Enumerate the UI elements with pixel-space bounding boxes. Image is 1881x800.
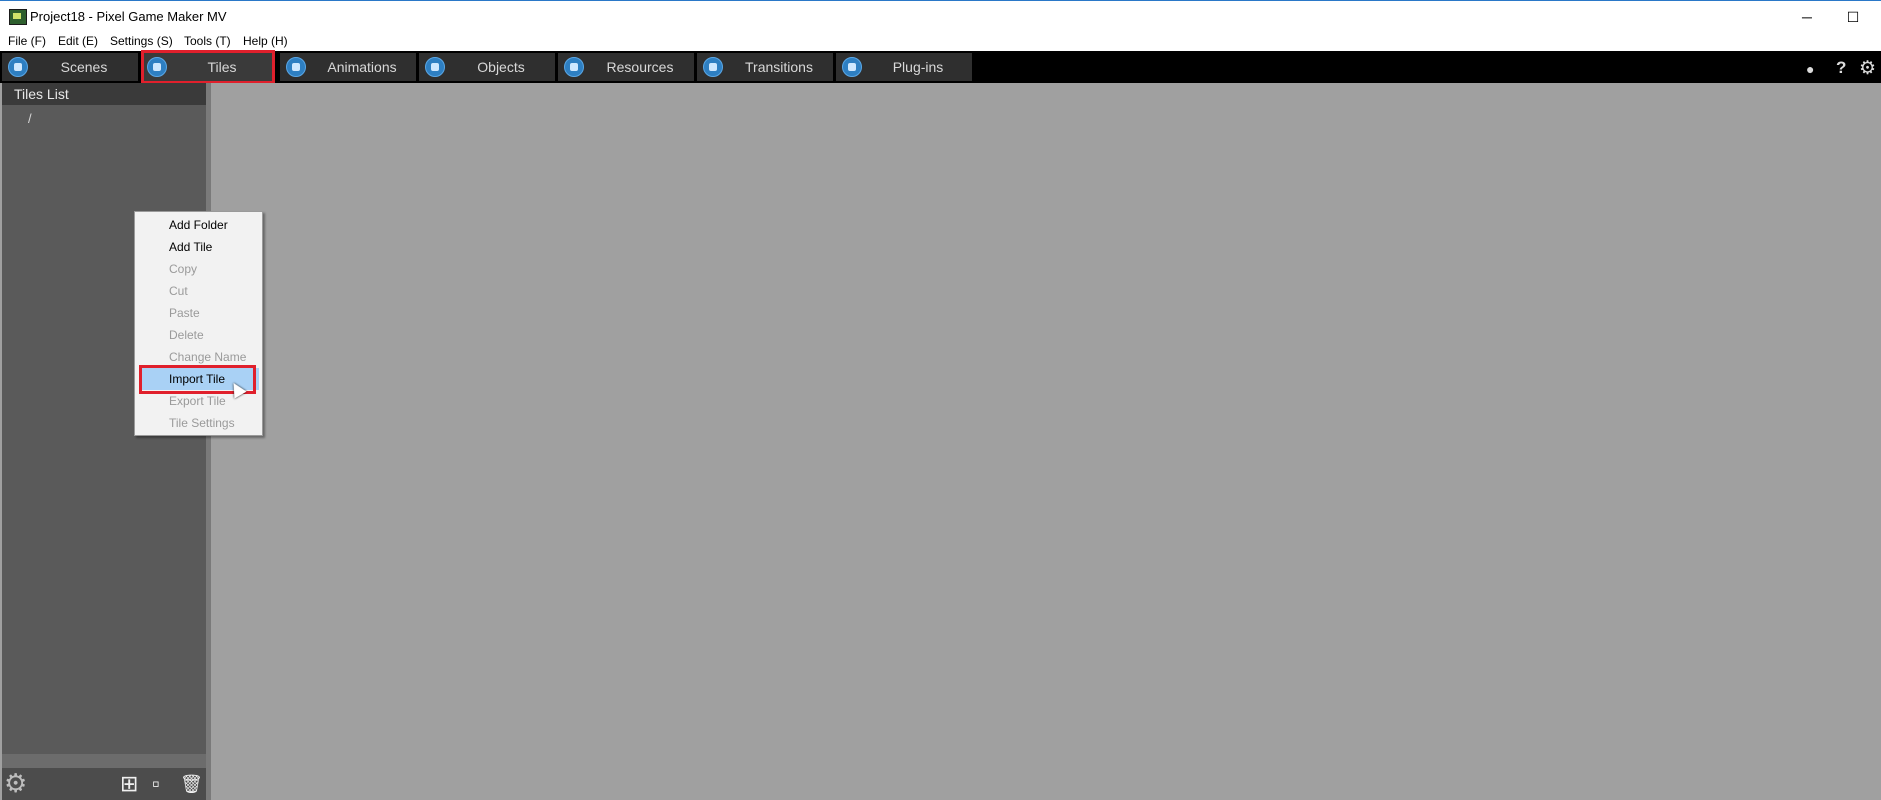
menu-item-copy: Copy	[169, 262, 198, 276]
window-title: Project18 - Pixel Game Maker MV	[30, 9, 227, 24]
context-menu: Add Folder Add Tile Copy Cut Paste Delet…	[134, 211, 263, 436]
tab-resources[interactable]: Resources	[558, 53, 694, 81]
title-bar: Project18 - Pixel Game Maker MV ─ ☐	[0, 0, 1881, 31]
tab-animations[interactable]: Animations	[280, 53, 416, 81]
tiles-list-panel: Tiles List / ⚙ ⊞ ▫ 🗑	[2, 83, 206, 800]
workspace-area	[211, 83, 1881, 800]
tab-transitions[interactable]: Transitions	[697, 53, 833, 81]
menu-item-delete: Delete	[169, 328, 204, 342]
panel-bottom-toolbar: ⚙ ⊞ ▫ 🗑	[2, 768, 206, 800]
delete-icon[interactable]: 🗑	[180, 772, 203, 796]
gear-icon[interactable]: ⚙	[1859, 57, 1876, 80]
panel-scrollbar[interactable]	[2, 754, 206, 768]
tab-plugins[interactable]: Plug-ins	[836, 53, 972, 81]
panel-settings-icon[interactable]: ⚙	[4, 770, 27, 796]
menu-tools[interactable]: Tools (T)	[184, 34, 231, 48]
tab-bar: Scenes Tiles Animations Objects Resource…	[0, 51, 1881, 83]
help-icon[interactable]: ?	[1836, 58, 1846, 78]
menu-edit[interactable]: Edit (E)	[58, 34, 98, 48]
menu-file[interactable]: File (F)	[8, 34, 46, 48]
add-folder-icon[interactable]: ⊞	[120, 772, 138, 796]
panel-title: Tiles List	[14, 86, 69, 102]
menu-bar: File (F) Edit (E) Settings (S) Tools (T)…	[0, 31, 1881, 51]
menu-item-paste: Paste	[169, 306, 200, 320]
menu-settings[interactable]: Settings (S)	[110, 34, 173, 48]
app-icon	[9, 9, 27, 25]
menu-item-add-tile[interactable]: Add Tile	[135, 236, 262, 258]
add-tile-icon[interactable]: ▫	[152, 772, 160, 796]
record-icon[interactable]: ●	[1806, 61, 1814, 77]
maximize-button[interactable]: ☐	[1830, 3, 1876, 31]
tree-root-folder[interactable]: /	[28, 111, 32, 126]
menu-item-tile-settings: Tile Settings	[169, 416, 235, 430]
panel-header: Tiles List	[2, 83, 206, 105]
menu-item-cut: Cut	[169, 284, 188, 298]
minimize-button[interactable]: ─	[1784, 3, 1830, 31]
tiles-tab-highlight	[141, 50, 275, 84]
tab-scenes[interactable]: Scenes	[2, 53, 138, 81]
menu-help[interactable]: Help (H)	[243, 34, 288, 48]
tab-objects[interactable]: Objects	[419, 53, 555, 81]
menu-item-add-folder[interactable]: Add Folder	[135, 214, 262, 236]
